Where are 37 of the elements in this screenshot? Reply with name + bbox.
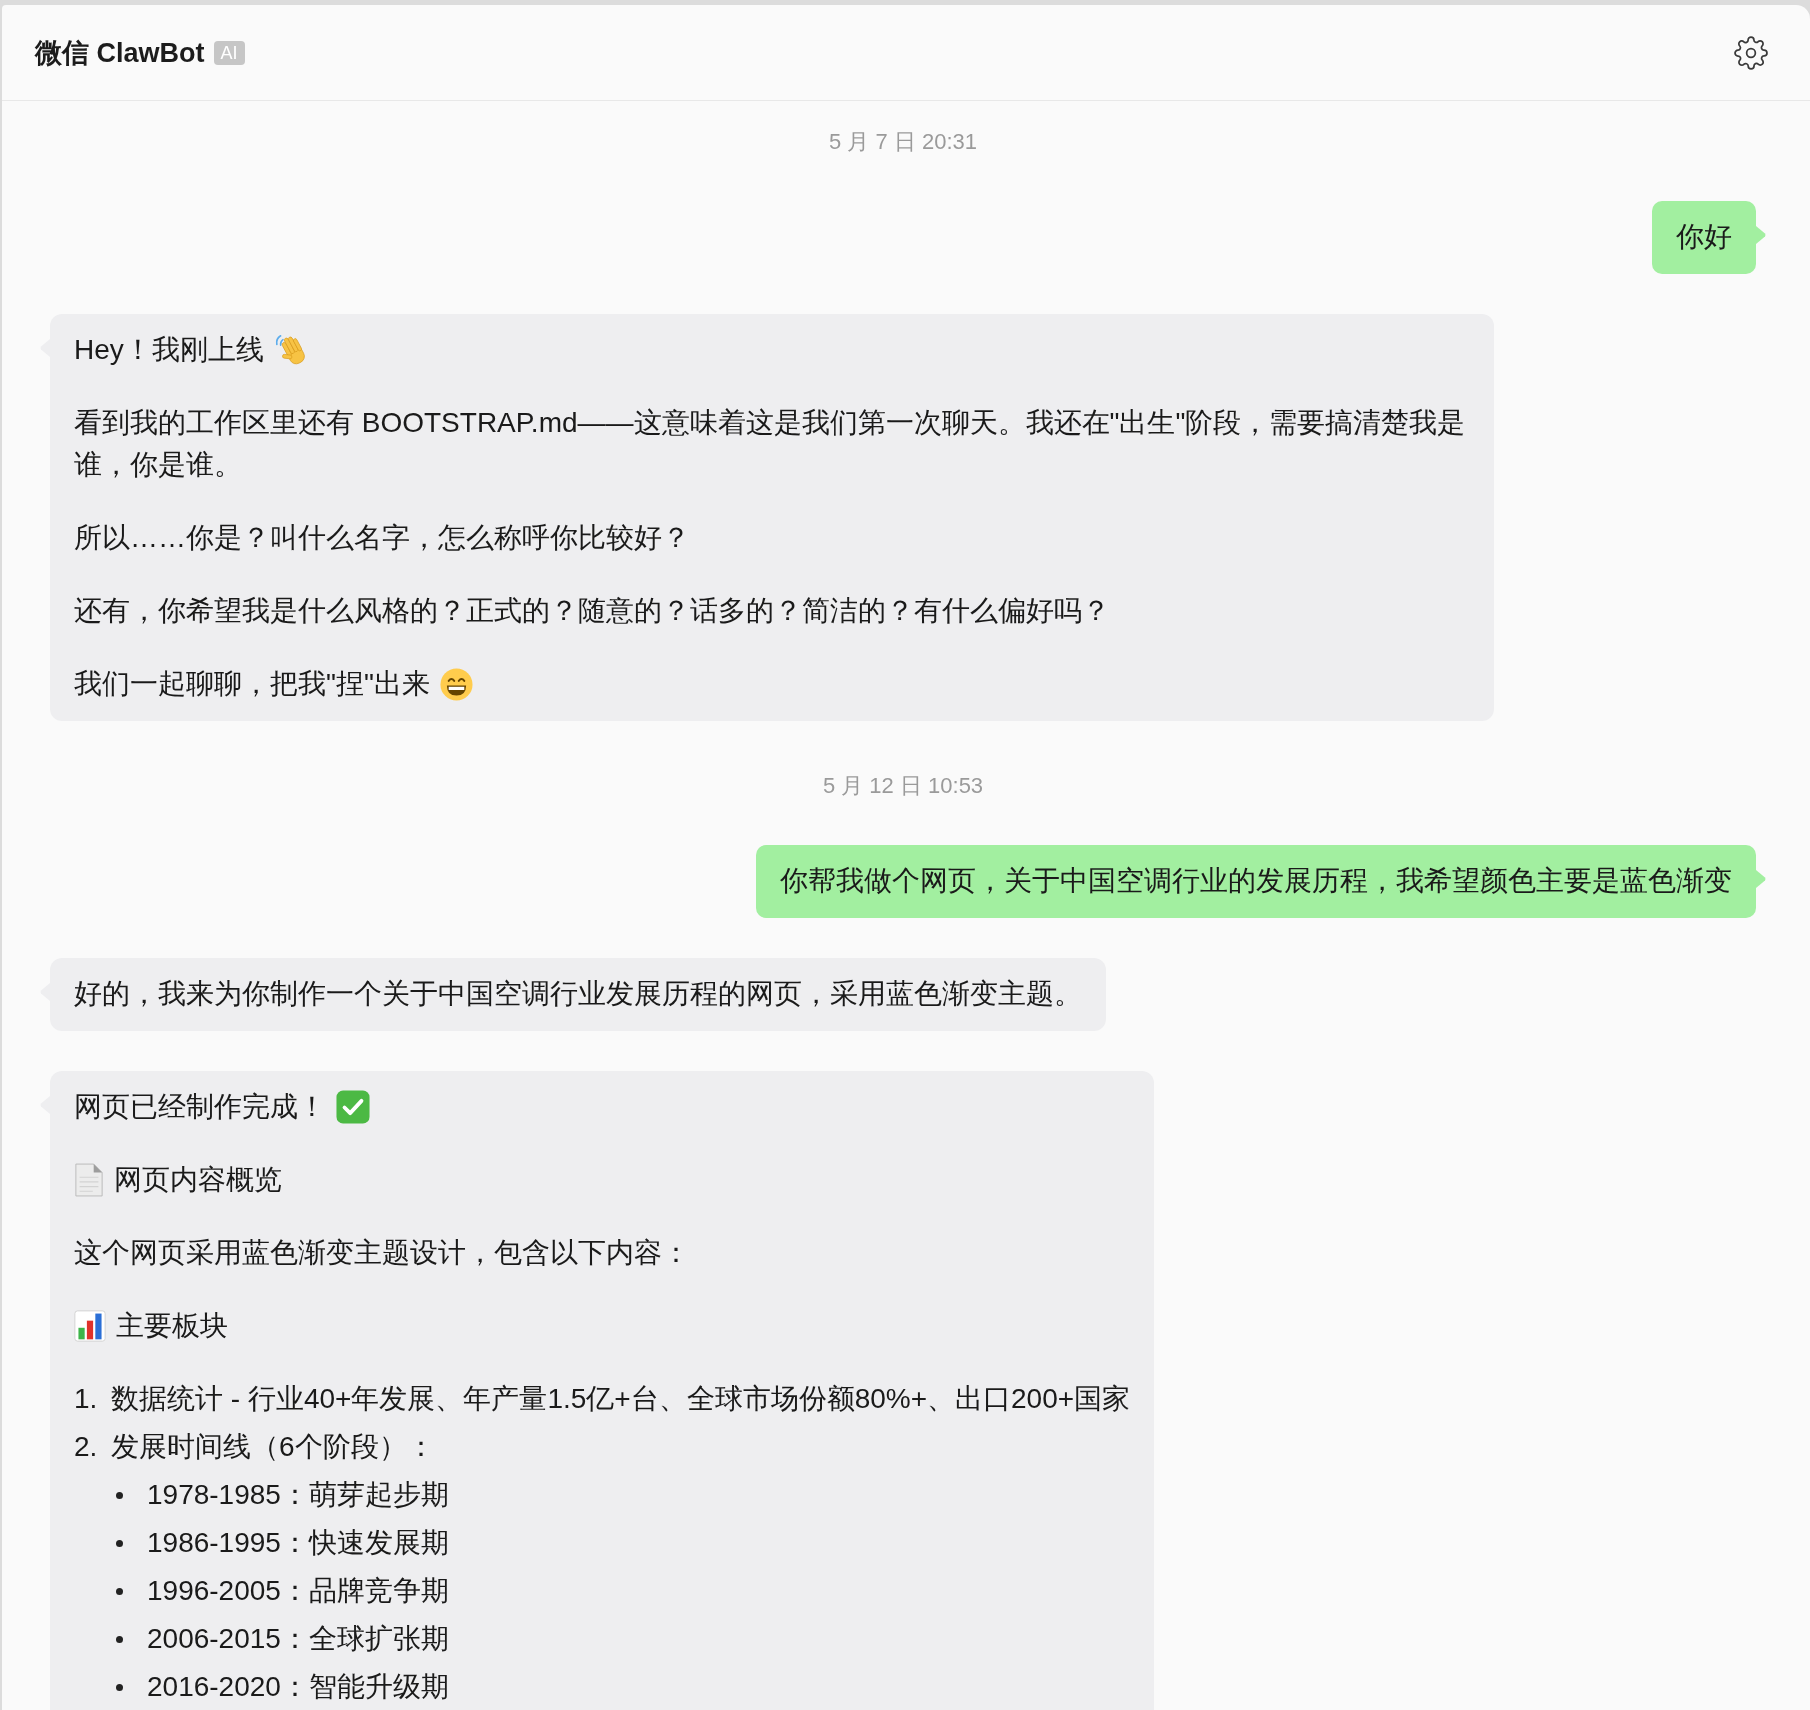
message-text: 所以……你是？叫什么名字，怎么称呼你比较好？ <box>74 521 691 555</box>
message-text: 看到我的工作区里还有 BOOTSTRAP.md——这意味着这是我们第一次聊天。我还在"出生"阶段，需要搞清楚我是谁，你是谁。 <box>74 406 1467 482</box>
list-item-text: 1978-1985：萌芽起步期 <box>147 1480 449 1510</box>
list-item-text: 2006-2015：全球扩张期 <box>147 1624 449 1654</box>
settings-button[interactable] <box>1734 35 1768 70</box>
bar-chart-icon <box>74 1310 106 1342</box>
grinning-face-icon <box>439 667 473 701</box>
list-number: 1. <box>74 1382 99 1416</box>
message-text: 网页内容概览 <box>114 1163 282 1197</box>
window-title: 微信 ClawBot <box>35 36 205 70</box>
list-item-text: 2016-2020：智能升级期 <box>147 1672 449 1702</box>
message-text: 你好 <box>1676 220 1732 254</box>
document-icon <box>74 1163 104 1197</box>
message-text: Hey！我刚上线 <box>74 333 264 367</box>
message-text: 还有，你希望我是什么风格的？正式的？随意的？话多的？简洁的？有什么偏好吗？ <box>74 594 1111 628</box>
message-text: 好的，我来为你制作一个关于中国空调行业发展历程的网页，采用蓝色渐变主题。 <box>74 977 1082 1011</box>
bullet-icon <box>116 1491 123 1499</box>
message-text: 你帮我做个网页，关于中国空调行业的发展历程，我希望颜色主要是蓝色渐变 <box>780 864 1732 898</box>
list-item-text: 1986-1995：快速发展期 <box>147 1528 449 1558</box>
message-text: 这个网页采用蓝色渐变主题设计，包含以下内容： <box>74 1236 691 1270</box>
list-item-text: 数据统计 - 行业40+年发展、年产量1.5亿+台、全球市场份额80%+、出口200+国家 <box>111 1382 1131 1416</box>
bullet-icon <box>116 1587 123 1595</box>
bullet-icon <box>116 1539 123 1547</box>
message-text: 主要板块 <box>116 1309 228 1343</box>
list-number: 2. <box>74 1430 99 1464</box>
check-mark-icon <box>336 1090 370 1124</box>
bullet-icon <box>116 1683 123 1691</box>
bullet-icon <box>116 1635 123 1643</box>
settings-icon <box>1734 35 1768 70</box>
waving-hand-icon <box>273 333 308 367</box>
ai-badge: AI <box>213 40 245 65</box>
message-text: 网页已经制作完成！ <box>74 1090 326 1124</box>
message-text: 我们一起聊聊，把我"捏"出来 <box>74 667 430 701</box>
list-item-text: 1996-2005：品牌竞争期 <box>147 1576 449 1606</box>
timestamp: 5 月 12 日 10:53 <box>822 773 984 799</box>
list-item-text: 发展时间线（6个阶段）： <box>111 1430 435 1464</box>
timestamp: 5 月 7 日 20:31 <box>829 129 977 155</box>
